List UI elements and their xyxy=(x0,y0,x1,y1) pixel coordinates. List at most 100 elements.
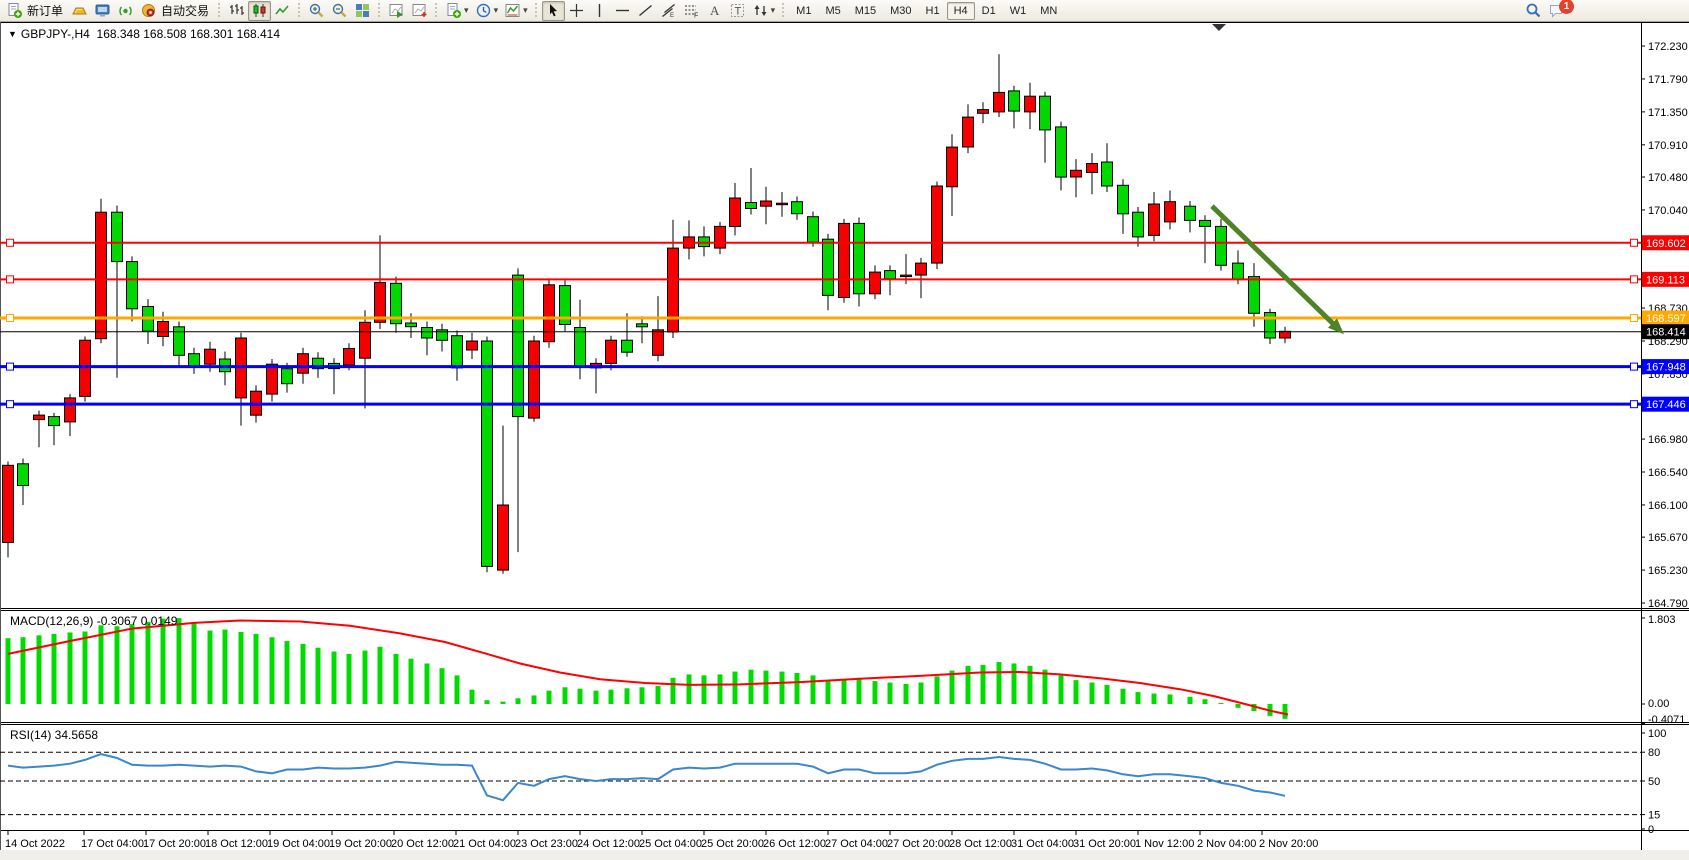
fibonacci-button[interactable]: F xyxy=(680,1,703,21)
line-handle[interactable] xyxy=(1631,276,1638,283)
candle-body xyxy=(1118,185,1129,214)
time-axis-label: 27 Oct 04:00 xyxy=(825,838,888,850)
macd-histogram-bar xyxy=(1236,704,1241,708)
macd-histogram-bar xyxy=(826,680,831,704)
dropdown-arrow-icon[interactable]: ▾ xyxy=(771,5,776,16)
line-handle[interactable] xyxy=(7,401,14,408)
candle-body xyxy=(932,186,943,263)
macd-histogram-bar xyxy=(1074,680,1079,704)
candle-body xyxy=(498,505,509,570)
signals-icon xyxy=(117,2,134,19)
crosshair-button[interactable] xyxy=(565,1,588,21)
time-axis-label: 1 Nov 12:00 xyxy=(1135,838,1194,850)
tile-windows-button[interactable] xyxy=(351,1,374,21)
bar-chart-button[interactable] xyxy=(225,1,248,21)
chart-window[interactable]: 172.230171.790171.350170.910170.480170.0… xyxy=(0,22,1689,860)
dropdown-arrow-icon[interactable]: ▾ xyxy=(494,5,499,16)
timeframe-h4-button[interactable]: H4 xyxy=(947,2,975,20)
line-handle[interactable] xyxy=(1631,239,1638,246)
line-handle[interactable] xyxy=(7,363,14,370)
rsi-axis-label: 50 xyxy=(1648,776,1660,788)
chart-shift-button[interactable] xyxy=(408,1,431,21)
macd-histogram-bar xyxy=(1059,675,1064,704)
timeframe-d1-button[interactable]: D1 xyxy=(975,2,1003,20)
macd-histogram-bar xyxy=(935,676,940,704)
price-axis-label: 166.980 xyxy=(1648,434,1688,446)
macd-histogram-bar xyxy=(347,654,352,704)
cursor-button[interactable] xyxy=(542,1,565,21)
macd-histogram-bar xyxy=(99,625,104,704)
candle-body xyxy=(1102,162,1113,186)
macd-histogram-bar xyxy=(888,683,893,704)
dropdown-arrow-icon[interactable]: ▾ xyxy=(523,5,528,16)
search-button[interactable] xyxy=(1522,1,1545,21)
new-chart-button[interactable]: ▾ xyxy=(442,1,472,21)
time-axis-label: 28 Oct 12:00 xyxy=(949,838,1012,850)
line-chart-button[interactable] xyxy=(271,1,294,21)
macd-histogram-bar xyxy=(1012,663,1017,704)
deposit-button[interactable] xyxy=(68,1,91,21)
vline-button[interactable] xyxy=(588,1,611,21)
line-handle[interactable] xyxy=(7,315,14,322)
candle-body xyxy=(452,336,463,368)
candle-body xyxy=(854,223,865,293)
line-handle[interactable] xyxy=(1631,401,1638,408)
timeframe-w1-button[interactable]: W1 xyxy=(1003,2,1034,20)
line-handle[interactable] xyxy=(1631,315,1638,322)
svg-text:E: E xyxy=(670,13,674,19)
rsi-axis-label: 80 xyxy=(1648,747,1660,759)
line-handle[interactable] xyxy=(7,239,14,246)
signals-button[interactable] xyxy=(114,1,137,21)
timeframe-mn-button[interactable]: MN xyxy=(1033,2,1064,20)
zoom-out-button[interactable] xyxy=(328,1,351,21)
line-handle[interactable] xyxy=(7,276,14,283)
candlestick-chart-button[interactable] xyxy=(248,1,271,21)
macd-histogram-bar xyxy=(301,644,306,704)
rsi-axis-label: 15 xyxy=(1648,810,1660,822)
price-badge-label: 169.602 xyxy=(1646,238,1686,250)
candle-body xyxy=(792,202,803,214)
macd-histogram-bar xyxy=(161,619,166,704)
candle-body xyxy=(1040,96,1051,130)
collapse-icon[interactable]: ▼ xyxy=(8,29,17,39)
candle-body xyxy=(994,92,1005,112)
shapes-button[interactable]: ▾ xyxy=(749,1,779,21)
line-handle[interactable] xyxy=(1631,363,1638,370)
mql5-community-button[interactable] xyxy=(91,1,114,21)
text-button[interactable]: A xyxy=(703,1,726,21)
auto-scroll-icon xyxy=(388,2,405,19)
macd-histogram-bar xyxy=(547,691,552,704)
trendline-button[interactable] xyxy=(634,1,657,21)
macd-axis-label: -0.4071 xyxy=(1648,714,1685,726)
dropdown-arrow-icon[interactable]: ▾ xyxy=(464,5,469,16)
timeframe-m15-button[interactable]: M15 xyxy=(848,2,883,20)
time-axis-label: 18 Oct 12:00 xyxy=(205,838,268,850)
chart-title: ▼GBPJPY-,H4 168.348 168.508 168.301 168.… xyxy=(8,27,280,41)
text-icon: A xyxy=(706,2,723,19)
candle-body xyxy=(298,354,309,374)
auto-scroll-button[interactable] xyxy=(385,1,408,21)
candle-body xyxy=(375,283,386,323)
timeframe-m30-button[interactable]: M30 xyxy=(883,2,918,20)
timeframe-m1-button[interactable]: M1 xyxy=(789,2,818,20)
chart-canvas[interactable]: 172.230171.790171.350170.910170.480170.0… xyxy=(0,22,1689,860)
timeframe-h1-button[interactable]: H1 xyxy=(919,2,947,20)
channel-button[interactable]: E xyxy=(657,1,680,21)
macd-histogram-bar xyxy=(563,687,568,704)
macd-histogram-bar xyxy=(177,618,182,704)
macd-histogram-bar xyxy=(1152,694,1157,704)
period-button[interactable]: ▾ xyxy=(472,1,502,21)
new-order-button[interactable]: 新订单 xyxy=(3,1,68,21)
macd-histogram-bar xyxy=(425,663,430,704)
timeframe-m5-button[interactable]: M5 xyxy=(818,2,847,20)
notifications-button[interactable]: 1 xyxy=(1545,1,1577,21)
macd-histogram-bar xyxy=(625,688,630,704)
autotrading-button[interactable]: 自动交易 xyxy=(137,1,214,21)
candle-body xyxy=(529,341,540,418)
candle-body xyxy=(360,322,371,358)
label-button[interactable]: T xyxy=(726,1,749,21)
zoom-in-button[interactable] xyxy=(305,1,328,21)
hline-button[interactable] xyxy=(611,1,634,21)
macd-histogram-bar xyxy=(239,632,244,704)
indicators-button[interactable]: ▾ xyxy=(501,1,531,21)
